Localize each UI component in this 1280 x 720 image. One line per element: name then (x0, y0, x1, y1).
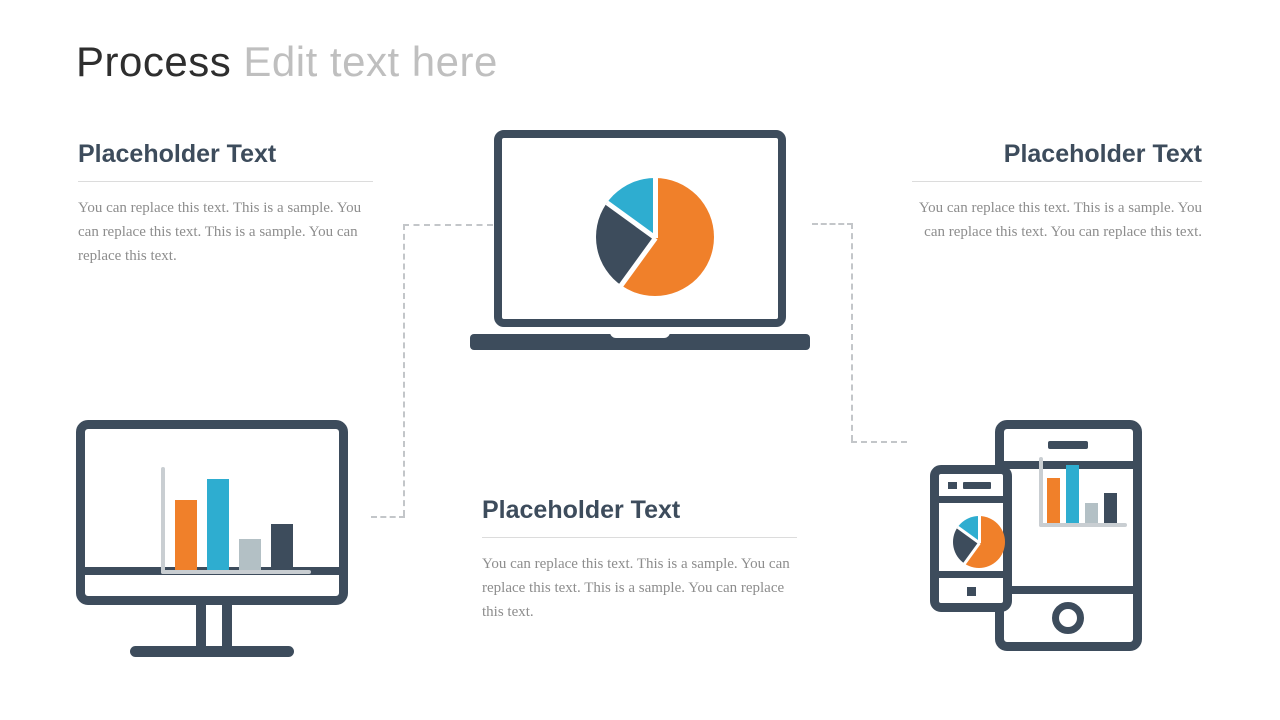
left-connector-vertical-segment (403, 224, 405, 516)
monitor-bar-chart (161, 467, 311, 574)
right-connector-top-segment (812, 223, 853, 225)
text-block-left: Placeholder Text You can replace this te… (78, 140, 373, 268)
bar-3 (239, 539, 261, 570)
page-title-main: Process (76, 38, 232, 85)
page-title-subtitle: Edit text here (243, 38, 498, 85)
text-block-left-divider (78, 180, 373, 182)
tablet-and-phone-icon (930, 420, 1145, 655)
phone-camera-dot (948, 482, 957, 489)
laptop-screen (494, 130, 786, 327)
tablet-home-button (1052, 602, 1084, 634)
smartphone-device (930, 465, 1012, 612)
monitor-stand-post-right (222, 605, 232, 648)
bar-1 (1047, 478, 1060, 523)
right-connector-bottom-segment (851, 441, 907, 443)
tablet-bottom-bezel-line (1004, 586, 1133, 594)
text-block-left-heading: Placeholder Text (78, 140, 277, 168)
tablet-speaker-bar (1048, 441, 1088, 449)
text-block-right-body: You can replace this text. This is a sam… (918, 199, 1202, 240)
tablet-chart-y-axis (1039, 457, 1043, 527)
laptop-pie-chart (596, 178, 714, 296)
bar-3 (1085, 503, 1098, 523)
monitor-stand-post-left (196, 605, 206, 648)
phone-speaker-bar (963, 482, 991, 489)
tablet-device (995, 420, 1142, 651)
pie-slice-separator (956, 525, 980, 545)
phone-bottom-bezel-line (939, 571, 1003, 578)
right-connector-vertical-segment (851, 223, 853, 441)
text-block-right-divider (912, 180, 1202, 182)
text-block-bottom-body: You can replace this text. This is a sam… (482, 555, 790, 621)
page-title: Process Edit text here (76, 38, 498, 86)
bar-4 (1104, 493, 1117, 523)
tablet-chart-x-axis (1039, 523, 1127, 527)
slide-canvas: Process Edit text here Placeholder Text … (0, 0, 1280, 720)
pie-slice-separator (652, 178, 658, 238)
tablet-bar-chart (1039, 457, 1127, 527)
pie-slice-separator (617, 236, 658, 289)
pie-slice-separator (604, 200, 657, 241)
monitor-screen (76, 420, 348, 605)
text-block-right-heading: Placeholder Text (1003, 140, 1202, 168)
text-block-bottom-divider (482, 536, 797, 538)
bar-2 (207, 479, 229, 570)
pie-slice-separator (977, 516, 981, 543)
laptop-base-notch (610, 330, 670, 338)
left-connector-bottom-segment (371, 516, 405, 518)
bar-1 (175, 500, 197, 570)
laptop-icon (470, 130, 810, 350)
phone-pie-chart (953, 516, 1005, 568)
phone-home-button (967, 587, 976, 596)
monitor-stand-base (130, 646, 294, 657)
text-block-bottom: Placeholder Text You can replace this te… (482, 496, 797, 624)
bar-4 (271, 524, 293, 570)
bar-2 (1066, 465, 1079, 523)
monitor-chart-y-axis (161, 467, 165, 574)
text-block-left-body: You can replace this text. This is a sam… (78, 199, 362, 265)
pie-slice-separator (961, 542, 981, 566)
text-block-right: Placeholder Text You can replace this te… (912, 140, 1202, 244)
desktop-monitor-icon (76, 420, 348, 657)
phone-top-bezel-line (939, 496, 1003, 503)
monitor-chart-x-axis (161, 570, 311, 574)
text-block-bottom-heading: Placeholder Text (482, 496, 681, 524)
